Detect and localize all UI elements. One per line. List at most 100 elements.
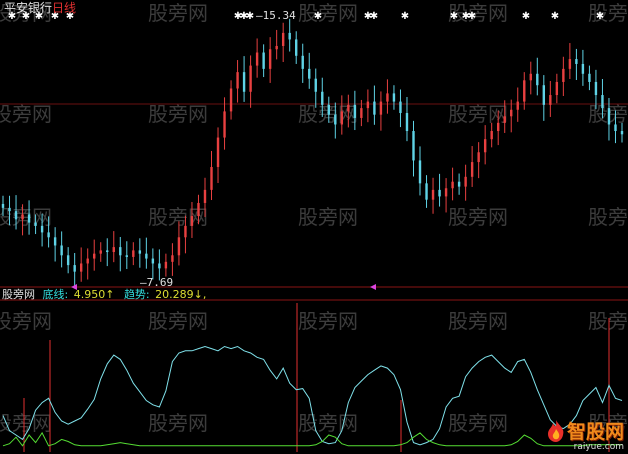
candle-body xyxy=(392,93,396,102)
watermark-text: 股旁网 xyxy=(148,411,208,435)
watermark-text: 股旁网 xyxy=(298,411,358,435)
watermark-text: 股旁网 xyxy=(0,205,52,229)
candle-body xyxy=(503,116,506,123)
candle xyxy=(249,55,252,108)
star-marker-icon: ✱ xyxy=(370,11,378,22)
candle-body xyxy=(158,263,161,269)
brand-name: 智股网 xyxy=(566,421,624,443)
candle-body xyxy=(281,32,285,46)
stock-chart: 股旁网股旁网股旁网股旁网股旁网股旁网股旁网股旁网股旁网股旁网股旁网股旁网股旁网股… xyxy=(0,0,628,452)
candle xyxy=(301,43,304,83)
candle xyxy=(399,89,402,128)
candle-body xyxy=(575,59,578,64)
candle-body xyxy=(79,263,83,272)
candle-body xyxy=(262,52,265,69)
candle-body xyxy=(379,101,383,115)
candle-body xyxy=(373,101,376,115)
candle xyxy=(106,238,109,267)
candle-body xyxy=(529,73,532,81)
period-label: 日线 xyxy=(52,1,76,15)
candle-body xyxy=(73,265,76,272)
candle-body xyxy=(99,250,102,254)
base-arrow: ↑ xyxy=(105,288,114,301)
candle-body xyxy=(86,258,89,264)
candle-body xyxy=(425,183,428,200)
candle xyxy=(93,239,96,271)
candle xyxy=(79,247,83,282)
candle xyxy=(145,237,148,269)
candle-body xyxy=(620,131,624,135)
candle xyxy=(588,65,591,91)
candle-body xyxy=(47,232,50,238)
candle xyxy=(516,87,519,122)
candle xyxy=(373,85,376,125)
candle xyxy=(470,146,474,187)
candle-body xyxy=(223,111,226,138)
candle xyxy=(575,48,578,80)
candle-body xyxy=(523,80,526,102)
candle xyxy=(568,43,572,80)
candle-body xyxy=(601,95,604,109)
candle xyxy=(66,247,70,274)
candle xyxy=(555,73,559,104)
candle-layer xyxy=(1,18,624,286)
watermark-text: 股旁网 xyxy=(298,1,358,25)
star-marker-icon: ✱ xyxy=(314,11,322,22)
candle-body xyxy=(138,250,142,254)
candle-body xyxy=(151,258,155,264)
candle xyxy=(164,253,168,277)
candle xyxy=(379,91,383,131)
candle-body xyxy=(321,91,324,105)
candle xyxy=(425,175,428,208)
candle xyxy=(451,167,454,201)
watermark-text: 股旁网 xyxy=(588,309,628,333)
candle xyxy=(549,80,552,117)
candle xyxy=(236,60,239,103)
candle-body xyxy=(483,139,487,153)
candle xyxy=(112,231,115,263)
candle xyxy=(431,177,435,214)
candle xyxy=(275,29,278,60)
candle-body xyxy=(360,108,363,118)
candle-body xyxy=(60,245,63,256)
candle-body xyxy=(229,88,233,112)
candle-body xyxy=(1,203,5,208)
candle-body xyxy=(457,181,461,187)
candle-body xyxy=(418,160,422,184)
candle xyxy=(242,56,246,102)
candle-body xyxy=(386,93,389,102)
candle-body xyxy=(451,181,454,189)
candle-body xyxy=(314,78,317,92)
candle-body xyxy=(438,189,441,197)
candle-body xyxy=(27,214,31,223)
candle-body xyxy=(171,255,174,262)
candle xyxy=(457,173,461,195)
candle-body xyxy=(34,222,37,226)
base-label: 底线: xyxy=(43,287,69,301)
candle-body xyxy=(607,108,611,125)
candle xyxy=(268,37,272,83)
candle-body xyxy=(275,45,278,50)
candle-body xyxy=(562,68,565,82)
candle-body xyxy=(119,247,122,256)
candle xyxy=(229,80,233,120)
star-marker-icon: ✱ xyxy=(551,11,559,22)
candle-body xyxy=(477,152,480,163)
candle-body xyxy=(295,39,298,56)
candle xyxy=(262,44,265,78)
candle xyxy=(223,97,226,150)
watermark-text: 股旁网 xyxy=(588,1,628,25)
candle xyxy=(392,85,396,110)
candle-body xyxy=(145,253,148,259)
candle xyxy=(216,127,220,184)
candle-body xyxy=(614,124,617,132)
candle xyxy=(581,49,585,86)
candle-body xyxy=(210,166,213,190)
star-marker-icon: ✱ xyxy=(468,11,476,22)
watermark-text: 股旁网 xyxy=(148,1,208,25)
candle-body xyxy=(53,237,57,246)
candle-body xyxy=(8,207,11,212)
candle-body xyxy=(542,85,546,105)
candle xyxy=(53,227,57,262)
stock-name: 平安银行 xyxy=(4,0,52,15)
